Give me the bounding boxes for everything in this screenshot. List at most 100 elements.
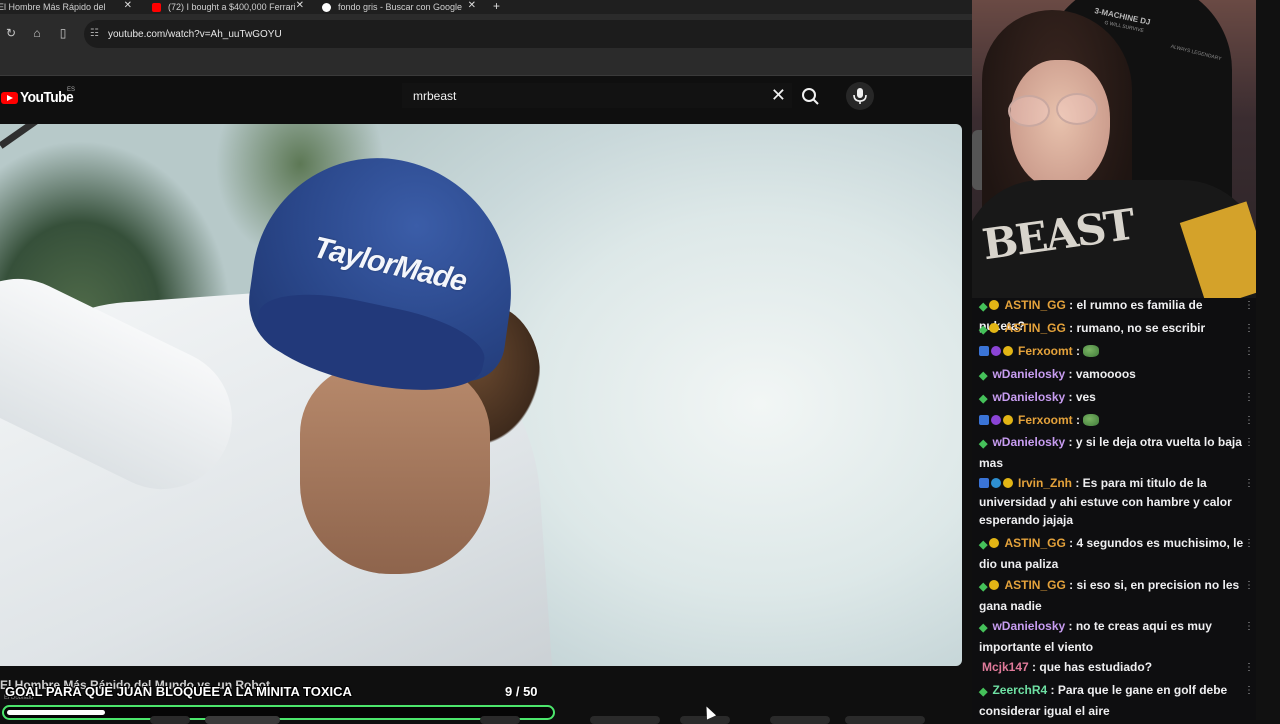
message-options-icon[interactable]: ⋮ bbox=[1244, 580, 1254, 591]
browser-tab-2[interactable]: (72) I bought a $400,000 Ferrari ✕ bbox=[152, 0, 304, 14]
green-badge-icon[interactable]: ◆ bbox=[979, 683, 987, 702]
browser-tab-bar: El Hombre Más Rápido del ✕ (72) I bought… bbox=[0, 0, 972, 14]
chip[interactable] bbox=[770, 716, 830, 724]
chat-username[interactable]: Mcjk147 bbox=[982, 660, 1029, 674]
message-options-icon[interactable]: ⋮ bbox=[1244, 538, 1254, 549]
url-text: youtube.com/watch?v=Ah_uuTwGOYU bbox=[108, 28, 282, 40]
youtube-favicon-icon bbox=[152, 2, 161, 12]
message-options-icon[interactable]: ⋮ bbox=[1244, 437, 1254, 448]
chip[interactable] bbox=[590, 716, 660, 724]
chip[interactable] bbox=[150, 716, 190, 724]
blue-badge-icon[interactable] bbox=[979, 415, 989, 425]
message-options-icon[interactable]: ⋮ bbox=[1244, 415, 1254, 426]
chip[interactable] bbox=[205, 716, 280, 724]
stream-goal-progress-fill bbox=[7, 710, 105, 715]
microphone-icon bbox=[853, 88, 867, 104]
gold-badge-icon[interactable] bbox=[989, 300, 1000, 310]
voice-search-button[interactable] bbox=[846, 82, 874, 110]
green-badge-icon[interactable]: ◆ bbox=[979, 619, 987, 638]
address-bar[interactable]: ☷ youtube.com/watch?v=Ah_uuTwGOYU bbox=[84, 20, 972, 48]
golfer-face bbox=[300, 364, 490, 574]
chat-message: ◆ wDanielosky : vamoooos bbox=[979, 365, 1249, 386]
chat-username[interactable]: wDanielosky bbox=[992, 619, 1065, 633]
sidebar-icon[interactable]: ▯ bbox=[56, 26, 70, 40]
search-button[interactable] bbox=[798, 85, 824, 107]
close-tab-1-icon[interactable]: ✕ bbox=[124, 0, 132, 11]
chat-message: ◆ wDanielosky : no te creas aqui es muy i… bbox=[979, 617, 1249, 656]
site-info-icon[interactable]: ☷ bbox=[90, 28, 102, 40]
gold-badge-icon[interactable] bbox=[989, 323, 1000, 333]
message-options-icon[interactable]: ⋮ bbox=[1244, 392, 1254, 403]
glasses-right bbox=[1056, 93, 1098, 125]
blue-badge-icon[interactable] bbox=[979, 478, 989, 488]
green-badge-icon[interactable]: ◆ bbox=[979, 435, 987, 454]
gold-badge-icon[interactable] bbox=[989, 538, 1000, 548]
green-badge-icon[interactable]: ◆ bbox=[979, 536, 987, 555]
gold-badge-icon[interactable] bbox=[1003, 415, 1013, 425]
message-options-icon[interactable]: ⋮ bbox=[1244, 621, 1254, 632]
green-badge-icon[interactable]: ◆ bbox=[979, 578, 987, 597]
message-options-icon[interactable]: ⋮ bbox=[1244, 662, 1254, 673]
green-badge-icon[interactable]: ◆ bbox=[979, 367, 987, 386]
chat-message: ◆ wDanielosky : ves bbox=[979, 388, 1249, 409]
search-input[interactable]: mrbeast ✕ bbox=[402, 83, 792, 108]
green-badge-icon[interactable]: ◆ bbox=[979, 298, 987, 317]
browser-tab-1[interactable]: El Hombre Más Rápido del ✕ bbox=[0, 0, 132, 14]
gold-badge-icon[interactable] bbox=[989, 580, 1000, 590]
streamer-webcam: 3-MACHINE DJ G WILL SURVIVE ALWAYS LEGEN… bbox=[972, 0, 1256, 298]
message-options-icon[interactable]: ⋮ bbox=[1244, 369, 1254, 380]
message-options-icon[interactable]: ⋮ bbox=[1244, 323, 1254, 334]
green-badge-icon[interactable]: ◆ bbox=[979, 321, 987, 340]
close-tab-3-icon[interactable]: ✕ bbox=[468, 0, 476, 11]
message-options-icon[interactable]: ⋮ bbox=[1244, 300, 1254, 311]
chat-username[interactable]: ASTIN_GG bbox=[1004, 578, 1065, 592]
browser-tab-3[interactable]: fondo gris - Buscar con Google ✕ bbox=[322, 0, 476, 14]
chat-message: Ferxoomt : bbox=[979, 342, 1249, 361]
chat-username[interactable]: Ferxoomt bbox=[1018, 344, 1073, 358]
purple-badge-icon[interactable] bbox=[991, 415, 1001, 425]
pepe-emote-icon bbox=[1083, 345, 1100, 357]
video-player[interactable]: TaylorMade bbox=[0, 124, 962, 666]
glasses-left bbox=[1008, 95, 1050, 127]
search-query: mrbeast bbox=[413, 88, 457, 103]
new-tab-icon[interactable]: + bbox=[493, 0, 500, 13]
message-options-icon[interactable]: ⋮ bbox=[1244, 478, 1254, 489]
stream-chat: ◆ ASTIN_GG : el rumno es familia de puket… bbox=[972, 298, 1256, 720]
youtube-logo[interactable]: YouTube ES bbox=[1, 87, 78, 106]
chat-username[interactable]: ZeerchR4 bbox=[992, 683, 1047, 697]
chat-username[interactable]: ASTIN_GG bbox=[1004, 536, 1065, 550]
chat-username[interactable]: wDanielosky bbox=[992, 435, 1065, 449]
chip[interactable] bbox=[845, 716, 925, 724]
chat-text: : bbox=[1072, 344, 1084, 358]
chip[interactable] bbox=[480, 716, 520, 724]
chat-message: ◆ ASTIN_GG : rumano, no se escribir bbox=[979, 319, 1249, 340]
chat-message: Ferxoomt : bbox=[979, 411, 1249, 430]
chat-message: ◆ ASTIN_GG : si eso si, en precision no l… bbox=[979, 576, 1249, 615]
blue-badge-icon[interactable] bbox=[979, 346, 989, 356]
chat-username[interactable]: wDanielosky bbox=[992, 390, 1065, 404]
chat-message: Irvin_Znh : Es para mi titulo de la univ… bbox=[979, 474, 1249, 530]
tab-1-title: El Hombre Más Rápido del bbox=[0, 2, 106, 12]
tab-2-title: (72) I bought a $400,000 Ferrari bbox=[168, 2, 296, 12]
chat-message: Mcjk147 : que has estudiado? bbox=[979, 658, 1249, 677]
chat-username[interactable]: Ferxoomt bbox=[1018, 413, 1073, 427]
chat-text: : vamoooos bbox=[1065, 367, 1136, 381]
teal-badge-icon[interactable] bbox=[991, 478, 1001, 488]
chat-username[interactable]: ASTIN_GG bbox=[1004, 321, 1065, 335]
message-options-icon[interactable]: ⋮ bbox=[1244, 685, 1254, 696]
chat-username[interactable]: Irvin_Znh bbox=[1018, 476, 1072, 490]
chat-username[interactable]: wDanielosky bbox=[992, 367, 1065, 381]
home-icon[interactable]: ⌂ bbox=[30, 26, 44, 40]
chat-message: ◆ ZeerchR4 : Para que le gane en golf deb… bbox=[979, 681, 1249, 720]
chat-text: : ves bbox=[1065, 390, 1096, 404]
purple-badge-icon[interactable] bbox=[991, 346, 1001, 356]
google-favicon-icon bbox=[322, 2, 331, 12]
reload-icon[interactable]: ↻ bbox=[4, 26, 18, 40]
green-badge-icon[interactable]: ◆ bbox=[979, 390, 987, 409]
chat-username[interactable]: ASTIN_GG bbox=[1004, 298, 1065, 312]
close-tab-2-icon[interactable]: ✕ bbox=[296, 0, 304, 11]
clear-search-icon[interactable]: ✕ bbox=[771, 86, 786, 104]
gold-badge-icon[interactable] bbox=[1003, 346, 1013, 356]
message-options-icon[interactable]: ⋮ bbox=[1244, 346, 1254, 357]
gold-badge-icon[interactable] bbox=[1003, 478, 1013, 488]
